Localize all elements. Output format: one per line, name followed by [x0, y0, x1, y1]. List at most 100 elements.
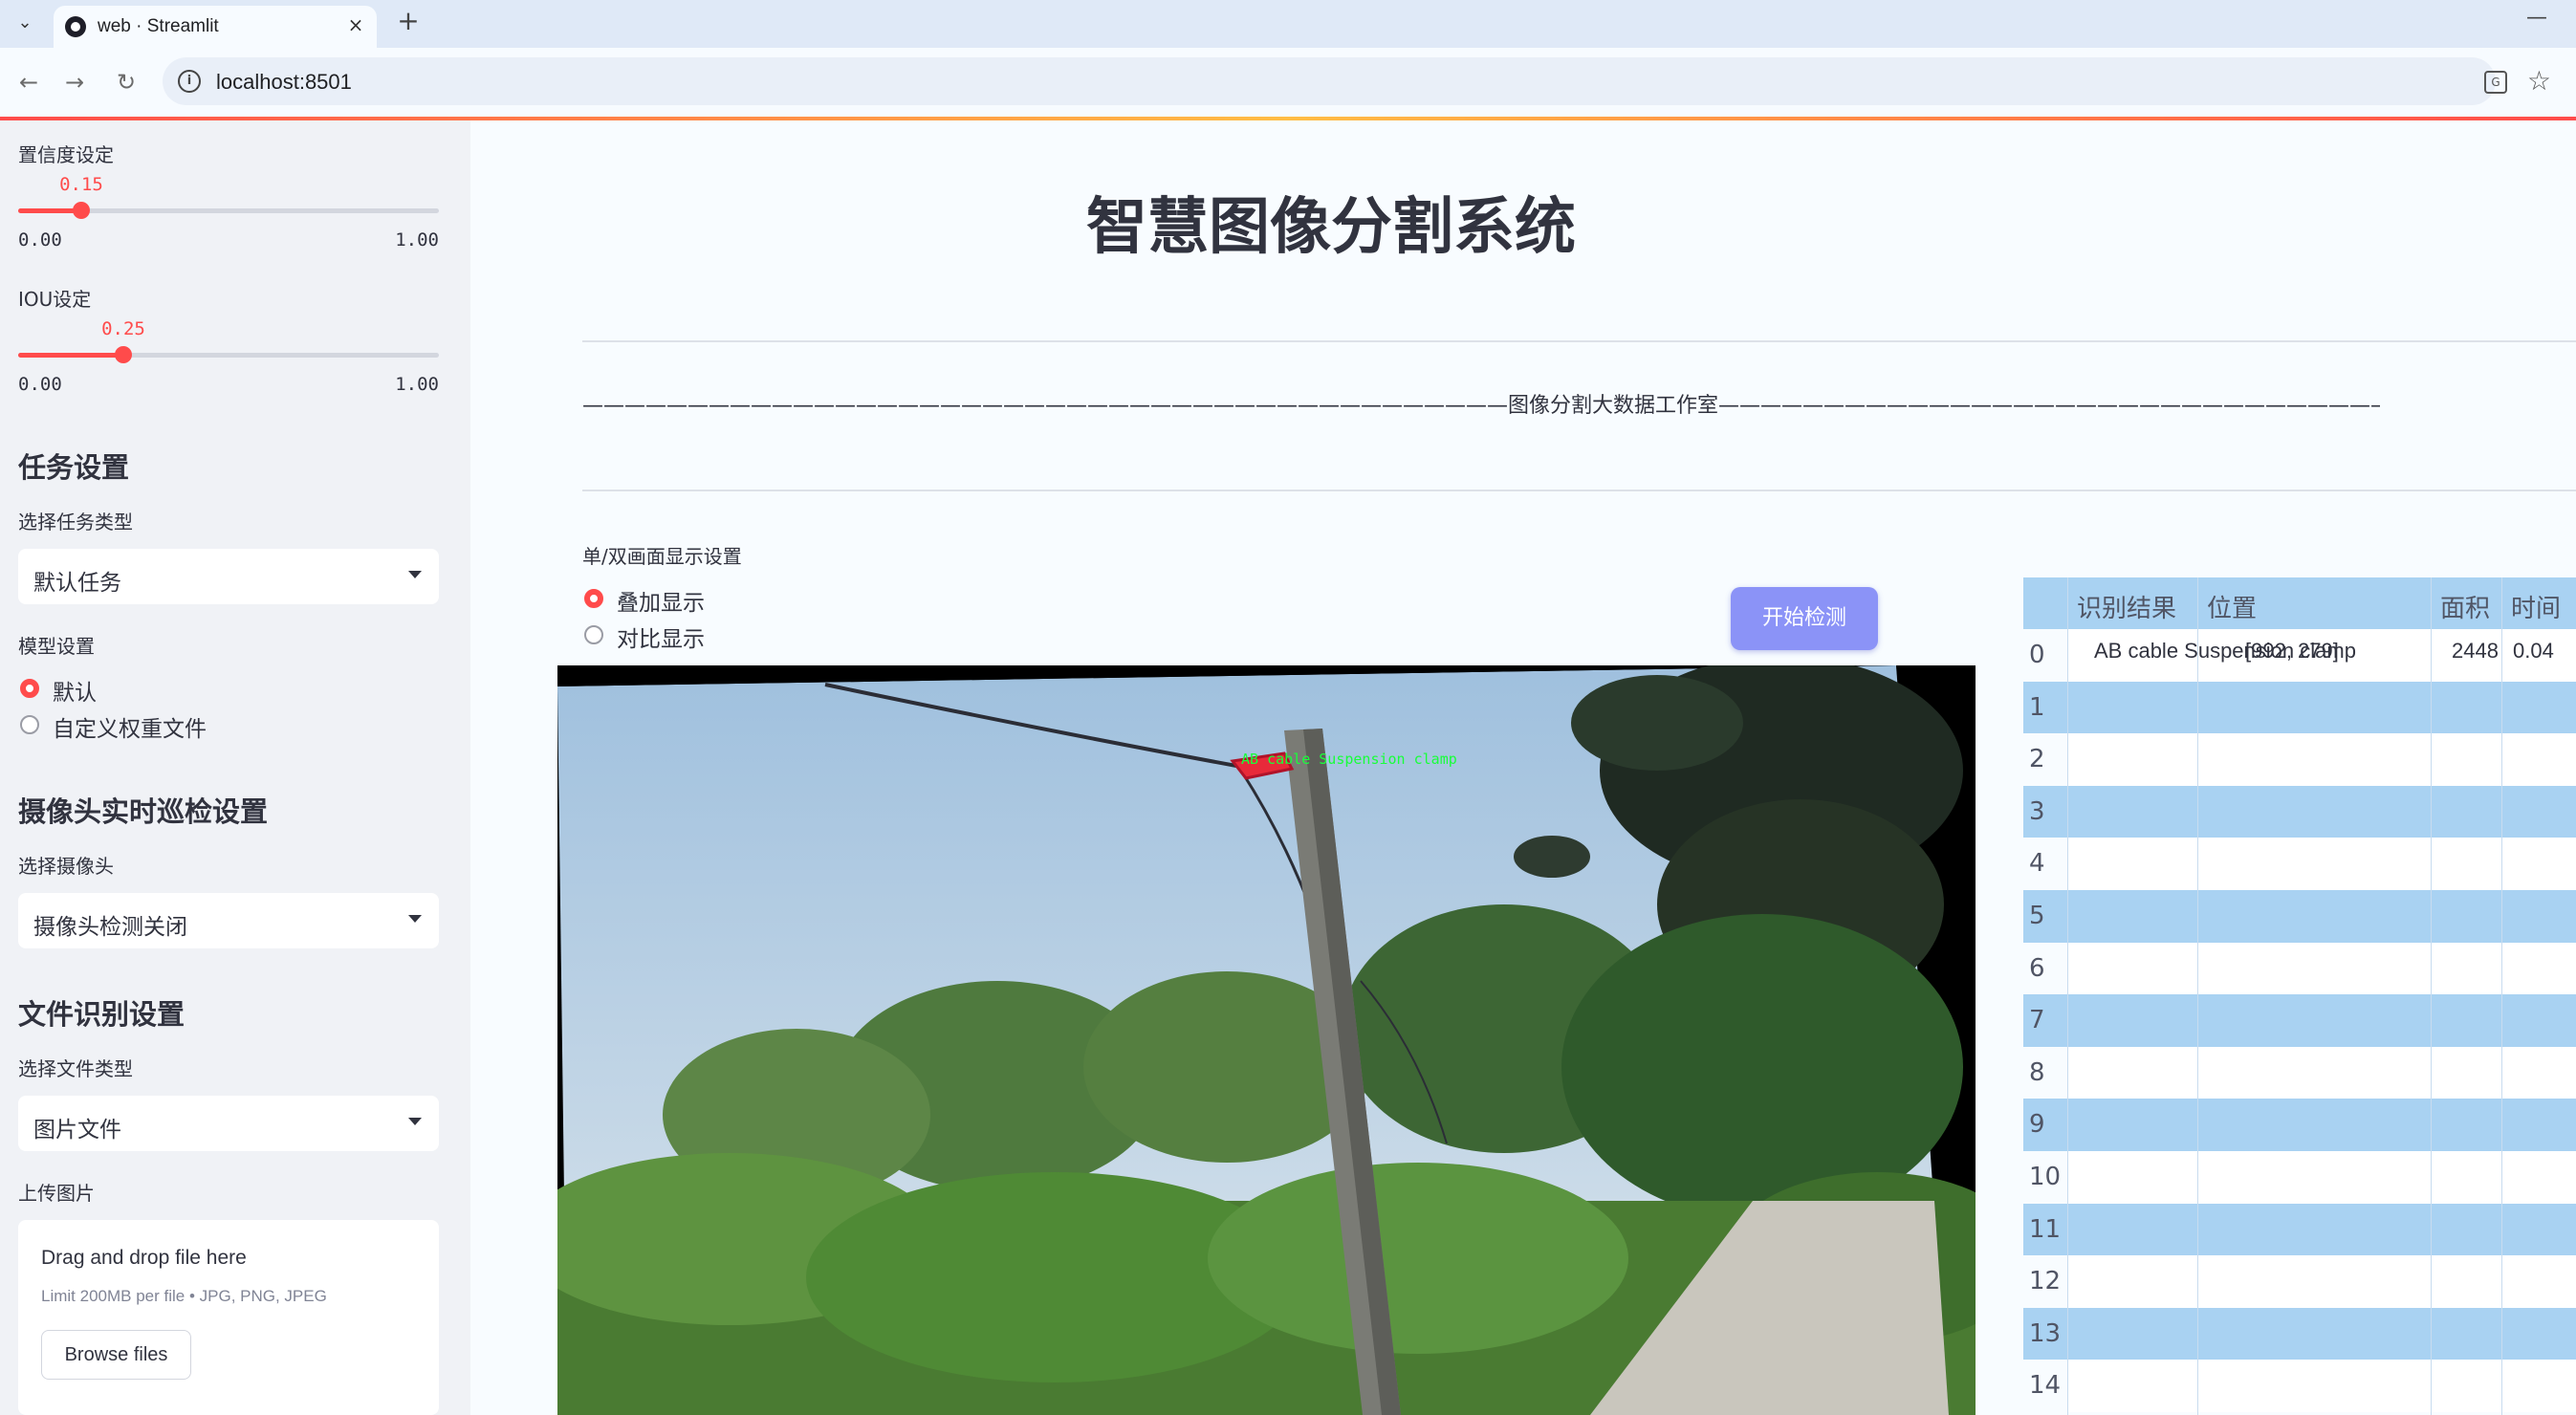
- column-header[interactable]: 位置: [2207, 589, 2257, 624]
- model-settings-label: 模型设置: [18, 635, 95, 658]
- slider-thumb[interactable]: [115, 346, 132, 363]
- browser-tab-bar: ⌄ web · Streamlit × + —: [0, 0, 2576, 48]
- row-index: 6: [2029, 953, 2045, 983]
- row-index: 11: [2029, 1214, 2062, 1244]
- browse-files-button[interactable]: Browse files: [41, 1330, 191, 1380]
- column-header[interactable]: 识别结果: [2077, 589, 2176, 624]
- row-index: 12: [2029, 1267, 2062, 1296]
- slider-track[interactable]: [18, 353, 439, 358]
- task-type-select[interactable]: 默认任务: [18, 549, 439, 604]
- table-row[interactable]: 2: [2023, 733, 2576, 786]
- file-dropzone[interactable]: Drag and drop file here Limit 200MB per …: [18, 1220, 439, 1415]
- table-row[interactable]: 9: [2023, 1099, 2576, 1151]
- row-index: 4: [2029, 849, 2045, 879]
- confidence-slider[interactable]: 0.15 0.00 1.00: [18, 174, 439, 250]
- table-row[interactable]: 3: [2023, 785, 2576, 838]
- streamlit-favicon-icon: [65, 16, 86, 37]
- row-index-cell: 8: [2023, 1046, 2067, 1099]
- iou-value: 0.25: [101, 318, 145, 339]
- table-row[interactable]: 12: [2023, 1255, 2576, 1308]
- row-index: 8: [2029, 1057, 2045, 1087]
- row-index-cell: 2: [2023, 733, 2067, 786]
- close-icon[interactable]: ×: [344, 13, 367, 36]
- row-index-cell: 9: [2023, 1099, 2067, 1151]
- column-header[interactable]: 面积: [2440, 589, 2490, 624]
- upload-label: 上传图片: [18, 1182, 95, 1205]
- results-table[interactable]: 识别结果 位置 面积 时间 0 AB cable Suspension clamp…: [2023, 577, 2576, 1415]
- plus-icon[interactable]: +: [394, 8, 423, 36]
- column-divider: [2431, 577, 2432, 1415]
- browser-tab[interactable]: web · Streamlit ×: [54, 6, 377, 48]
- row-index-cell: 5: [2023, 890, 2067, 943]
- row-index-cell: 12: [2023, 1255, 2067, 1308]
- dropzone-title: Drag and drop file here: [41, 1247, 247, 1269]
- radio-dot[interactable]: [20, 715, 39, 734]
- radio-label: 叠加显示: [617, 591, 705, 616]
- row-index-cell: 7: [2023, 994, 2067, 1047]
- slider-fill: [18, 353, 123, 358]
- translate-icon[interactable]: G: [2484, 71, 2507, 94]
- table-row[interactable]: 14: [2023, 1360, 2576, 1412]
- table-row[interactable]: 11: [2023, 1203, 2576, 1256]
- camera-select[interactable]: 摄像头检测关闭: [18, 893, 439, 948]
- task-type-label: 选择任务类型: [18, 511, 133, 533]
- main-area: 智慧图像分割系统 ———————————————————————————————…: [470, 120, 2576, 1415]
- slider-thumb[interactable]: [73, 202, 90, 219]
- tab-list-chevron-icon[interactable]: ⌄: [11, 10, 38, 36]
- radio-dot[interactable]: [584, 625, 603, 644]
- camera-settings-heading: 摄像头实时巡检设置: [18, 795, 269, 828]
- iou-slider[interactable]: 0.25 0.00 1.00: [18, 318, 439, 395]
- file-type-value: 图片文件: [33, 1118, 121, 1143]
- radio-dot[interactable]: [20, 679, 39, 698]
- minimize-icon[interactable]: —: [2526, 6, 2547, 30]
- slider-min: 0.00: [18, 374, 62, 395]
- star-icon[interactable]: ☆: [2527, 65, 2551, 97]
- row-index: 1: [2029, 692, 2045, 722]
- row-index: 0: [2029, 641, 2045, 669]
- task-type-value: 默认任务: [33, 571, 121, 596]
- dropzone-limit: Limit 200MB per file • JPG, PNG, JPEG: [41, 1287, 327, 1305]
- radio-label: 自定义权重文件: [53, 717, 207, 742]
- detection-label: AB cable Suspension clamp: [1241, 751, 1457, 768]
- table-row[interactable]: 0 AB cable Suspension clamp [992, 279] 2448…: [2023, 629, 2576, 682]
- url-field[interactable]: i localhost:8501: [163, 57, 2496, 105]
- confidence-label: 置信度设定: [18, 143, 114, 166]
- reload-icon[interactable]: ↻: [111, 67, 142, 98]
- cell-area: 2448: [2452, 639, 2499, 663]
- table-row[interactable]: 4: [2023, 838, 2576, 890]
- row-index-cell: 6: [2023, 942, 2067, 995]
- row-index-cell: 14: [2023, 1360, 2067, 1412]
- info-icon[interactable]: i: [178, 70, 201, 93]
- row-index: 2: [2029, 745, 2045, 774]
- table-row[interactable]: 1: [2023, 681, 2576, 734]
- row-index-cell: 11: [2023, 1203, 2067, 1256]
- table-row[interactable]: 10: [2023, 1151, 2576, 1204]
- row-index: 13: [2029, 1318, 2062, 1348]
- table-row[interactable]: 6: [2023, 942, 2576, 995]
- divider: [582, 490, 2576, 491]
- camera-select-label: 选择摄像头: [18, 855, 114, 878]
- row-index: 5: [2029, 902, 2045, 930]
- back-arrow-icon[interactable]: ←: [13, 67, 44, 98]
- row-index: 9: [2029, 1110, 2045, 1140]
- column-header[interactable]: 时间: [2511, 589, 2561, 624]
- iou-label: IOU设定: [18, 288, 92, 311]
- row-index: 3: [2029, 796, 2045, 826]
- table-row[interactable]: 7: [2023, 994, 2576, 1047]
- table-row[interactable]: 8: [2023, 1046, 2576, 1099]
- forward-arrow-icon[interactable]: →: [59, 67, 90, 98]
- tab-title: web · Streamlit: [98, 16, 219, 36]
- table-row[interactable]: 5: [2023, 890, 2576, 943]
- result-image: AB cable Suspension clamp: [557, 665, 1976, 1415]
- slider-min: 0.00: [18, 229, 62, 250]
- table-row[interactable]: 13: [2023, 1307, 2576, 1361]
- file-type-select[interactable]: 图片文件: [18, 1096, 439, 1151]
- column-divider: [2501, 577, 2502, 1415]
- task-settings-heading: 任务设置: [18, 451, 130, 484]
- column-divider: [2197, 577, 2198, 1415]
- cell-time: 0.04: [2513, 639, 2554, 663]
- file-settings-heading: 文件识别设置: [18, 998, 186, 1031]
- chevron-down-icon: [408, 1118, 422, 1125]
- radio-dot[interactable]: [584, 589, 603, 608]
- start-detection-button[interactable]: 开始检测: [1731, 587, 1878, 650]
